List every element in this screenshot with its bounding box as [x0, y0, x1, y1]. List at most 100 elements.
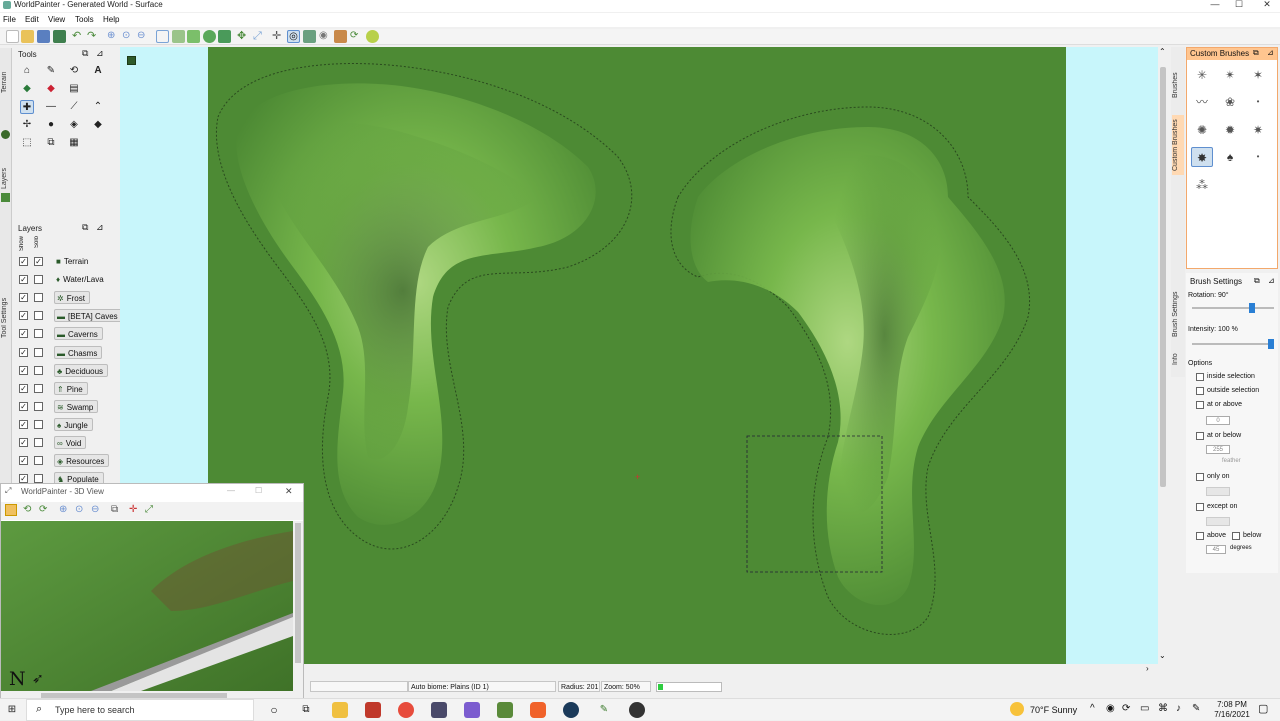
close-button[interactable]: ✕	[1256, 0, 1278, 10]
cortana-icon[interactable]: ○	[266, 702, 282, 718]
vertical-scroll-thumb[interactable]	[1160, 67, 1166, 487]
save-image-icon[interactable]	[5, 504, 17, 516]
view-icon[interactable]: ◉	[319, 30, 332, 43]
network-icon[interactable]: ⌘	[1158, 703, 1168, 714]
brush-splatter-1-icon[interactable]: ✳	[1191, 65, 1213, 85]
open-folder-icon[interactable]	[21, 30, 34, 43]
raise-icon[interactable]	[187, 30, 200, 43]
layer-show-checkbox[interactable]: ✓	[19, 293, 28, 303]
taskbar-date[interactable]: 7/16/2021	[1210, 710, 1254, 719]
tab-terrain[interactable]: Terrain	[1, 52, 13, 112]
office-icon[interactable]	[398, 702, 414, 718]
except-on-selector[interactable]	[1206, 517, 1230, 526]
layer-solo-checkbox[interactable]	[34, 293, 43, 303]
layer-show-checkbox[interactable]: ✓	[19, 401, 28, 411]
undock-icon[interactable]: ⧉	[1253, 48, 1259, 58]
layer-button[interactable]: ■ Terrain	[54, 255, 92, 268]
brush-drop-icon[interactable]: ♠	[1219, 147, 1241, 167]
layer-button[interactable]: ◈ Resources	[54, 454, 110, 468]
select-box-tool-icon[interactable]: ⬚	[20, 136, 34, 150]
menu-tools[interactable]: Tools	[72, 14, 97, 26]
dimension-icon[interactable]	[156, 30, 169, 43]
tab-custom-brushes[interactable]: Custom Brushes	[1172, 115, 1184, 175]
battery-icon[interactable]: ▭	[1140, 703, 1149, 714]
brush-selected-icon[interactable]: ✸	[1191, 147, 1213, 167]
bucket-icon[interactable]	[334, 30, 347, 43]
tray-sync-icon[interactable]: ⟳	[1122, 703, 1130, 714]
layer-show-checkbox[interactable]: ✓	[19, 456, 28, 466]
world-map-canvas[interactable]: +	[208, 47, 1066, 664]
refresh-icon[interactable]: ⟳	[350, 30, 363, 43]
brush-burst-icon[interactable]: ✹	[1219, 120, 1241, 140]
undo-icon[interactable]: ↶	[72, 30, 85, 43]
tree-layer-icon[interactable]	[218, 30, 231, 43]
save-icon[interactable]	[37, 30, 50, 43]
layer-solo-checkbox[interactable]	[34, 474, 43, 484]
at-or-above-checkbox[interactable]	[1196, 401, 1204, 409]
pin-icon[interactable]: ⊿	[96, 48, 104, 59]
grid-icon[interactable]	[303, 30, 316, 43]
move-icon[interactable]: ✥	[237, 30, 250, 43]
rotate-left-icon[interactable]: ⟲	[23, 504, 31, 515]
layer-button[interactable]: ♠ Jungle	[54, 417, 93, 431]
brush-dot-icon[interactable]: •	[1247, 92, 1269, 112]
tab-tool-settings[interactable]: Tool Settings	[1, 288, 13, 348]
export-icon[interactable]	[53, 30, 66, 43]
layers-3d-icon[interactable]: ⧉	[111, 504, 118, 515]
redo-icon[interactable]: ↷	[87, 30, 100, 43]
except-on-checkbox[interactable]	[1196, 503, 1204, 511]
only-on-checkbox[interactable]	[1196, 473, 1204, 481]
layer-button[interactable]: ≋ Swamp	[54, 399, 99, 413]
inside-selection-checkbox[interactable]	[1196, 373, 1204, 381]
layer-button[interactable]: ♦ Water/Lava	[54, 273, 108, 286]
layer-button[interactable]: ▬ [BETA] Caves	[54, 309, 123, 323]
zoom-in-3d-icon[interactable]: ⊕	[59, 504, 67, 515]
rotate-right-icon[interactable]: ⟳	[39, 504, 47, 515]
brush-small-dot-icon[interactable]: •	[1247, 147, 1269, 167]
minecraft-icon[interactable]	[497, 702, 513, 718]
view3d-close-button[interactable]: ✕	[285, 486, 293, 497]
zoom-reset-3d-icon[interactable]: ⊙	[75, 504, 83, 515]
brave-icon[interactable]	[530, 702, 546, 718]
map-vertical-scrollbar[interactable]: ⌃ ⌄	[1158, 47, 1168, 664]
selection-tool-icon[interactable]: ⌂	[20, 64, 34, 78]
volume-icon[interactable]: ♪	[1176, 703, 1181, 714]
layer-button[interactable]: ▬ Chasms	[54, 345, 103, 359]
plugin-icon[interactable]	[366, 30, 379, 43]
at-or-below-spinner[interactable]: 255	[1206, 445, 1230, 454]
grid-tool-icon[interactable]: ▦	[67, 136, 81, 150]
weather-text[interactable]: 70°F Sunny	[1030, 705, 1077, 715]
maximize-button[interactable]: ☐	[1228, 0, 1250, 10]
layer-button[interactable]: ∞ Void	[54, 436, 87, 449]
lava-tool-icon[interactable]: ◆	[44, 82, 58, 96]
erode-tool-icon[interactable]: ◆	[91, 118, 105, 132]
layer-solo-checkbox[interactable]	[34, 365, 43, 375]
text-tool-icon[interactable]: A	[91, 64, 105, 78]
new-world-icon[interactable]	[6, 30, 19, 43]
brush-splatter-2-icon[interactable]: ✴	[1219, 65, 1241, 85]
map-horizontal-scrollbar[interactable]: ›	[304, 664, 1158, 676]
layer-show-checkbox[interactable]: ✓	[19, 329, 28, 339]
menu-edit[interactable]: Edit	[22, 14, 42, 26]
intensity-slider-thumb[interactable]	[1268, 339, 1274, 349]
brush-star-icon[interactable]: ✷	[1247, 120, 1269, 140]
flatten-tool-icon[interactable]: —	[44, 100, 58, 114]
pencil-tool-icon[interactable]: ✎	[44, 64, 58, 78]
view3d-minimize-button[interactable]: —	[227, 486, 235, 495]
taskbar-time[interactable]: 7:08 PM	[1210, 700, 1254, 709]
pen-icon[interactable]: ✎	[1192, 703, 1200, 714]
layer-show-checkbox[interactable]: ✓	[19, 474, 28, 484]
brush-swirl-icon[interactable]: ❀	[1219, 92, 1241, 112]
taskbar-search-box[interactable]: ⌕ Type here to search	[26, 699, 254, 721]
tab-info[interactable]: Info	[1172, 347, 1184, 371]
layer-solo-checkbox[interactable]	[34, 329, 43, 339]
height-icon[interactable]	[172, 30, 185, 43]
view3d-render[interactable]	[1, 521, 293, 691]
menu-help[interactable]: Help	[100, 14, 122, 26]
rotation-slider[interactable]	[1192, 303, 1274, 313]
layer-solo-checkbox[interactable]	[34, 311, 43, 321]
menu-file[interactable]: File	[0, 14, 19, 26]
layer-solo-checkbox[interactable]	[34, 438, 43, 447]
above-checkbox[interactable]	[1196, 532, 1204, 540]
raise-lower-tool-icon[interactable]: ✚	[20, 100, 34, 114]
